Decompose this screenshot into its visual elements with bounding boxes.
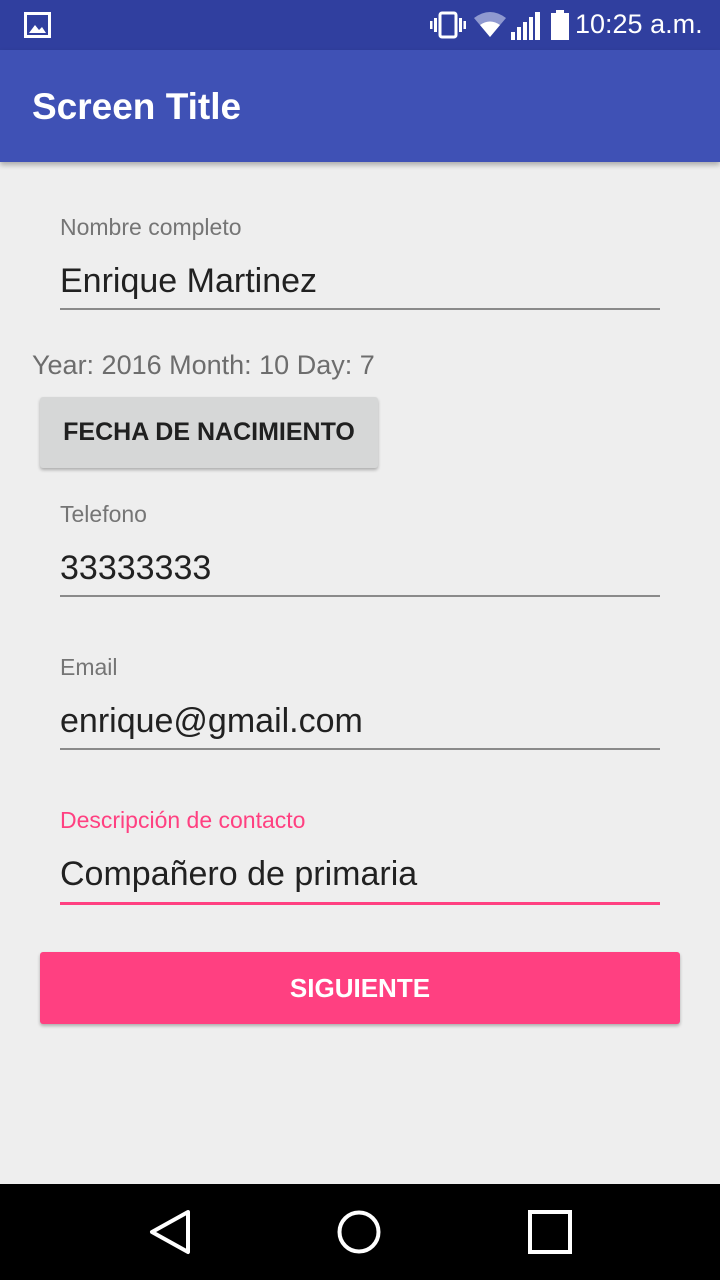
email-label: Email: [60, 654, 118, 680]
vibrate-icon: [430, 11, 466, 39]
description-label: Descripción de contacto: [60, 807, 306, 833]
description-underline: [60, 902, 660, 905]
signal-icon: [511, 12, 540, 40]
phone-underline: [60, 595, 660, 597]
name-underline: [60, 308, 660, 310]
status-bar: 10:25 a.m.: [0, 0, 720, 50]
name-label: Nombre completo: [60, 214, 242, 240]
image-icon: [24, 12, 51, 38]
email-underline: [60, 748, 660, 750]
home-button[interactable]: [311, 1184, 407, 1280]
phone-field[interactable]: Telefono 33333333: [60, 501, 660, 601]
next-button[interactable]: SIGUIENTE: [40, 952, 680, 1024]
screen-title: Screen Title: [32, 86, 242, 127]
birth-date-button[interactable]: FECHA DE NACIMIENTO: [40, 397, 378, 468]
description-field[interactable]: Descripción de contacto Compañero de pri…: [60, 807, 660, 907]
navigation-bar: [0, 1184, 720, 1280]
status-time: 10:25 a.m.: [575, 9, 703, 39]
name-input[interactable]: Enrique Martinez: [60, 262, 317, 301]
battery-icon: [551, 10, 569, 40]
back-icon: [150, 1210, 190, 1254]
app-bar: Screen Title: [0, 50, 720, 162]
email-input[interactable]: enrique@gmail.com: [60, 702, 363, 741]
recents-icon: [528, 1210, 572, 1254]
phone-label: Telefono: [60, 501, 147, 527]
phone-input[interactable]: 33333333: [60, 549, 211, 588]
wifi-icon: [474, 12, 506, 37]
name-field[interactable]: Nombre completo Enrique Martinez: [60, 214, 660, 314]
email-field[interactable]: Email enrique@gmail.com: [60, 654, 660, 754]
recents-button[interactable]: [502, 1184, 598, 1280]
back-button[interactable]: [122, 1184, 218, 1280]
home-icon: [337, 1210, 381, 1254]
description-input[interactable]: Compañero de primaria: [60, 855, 417, 894]
birth-date-text: Year: 2016 Month: 10 Day: 7: [32, 350, 375, 380]
